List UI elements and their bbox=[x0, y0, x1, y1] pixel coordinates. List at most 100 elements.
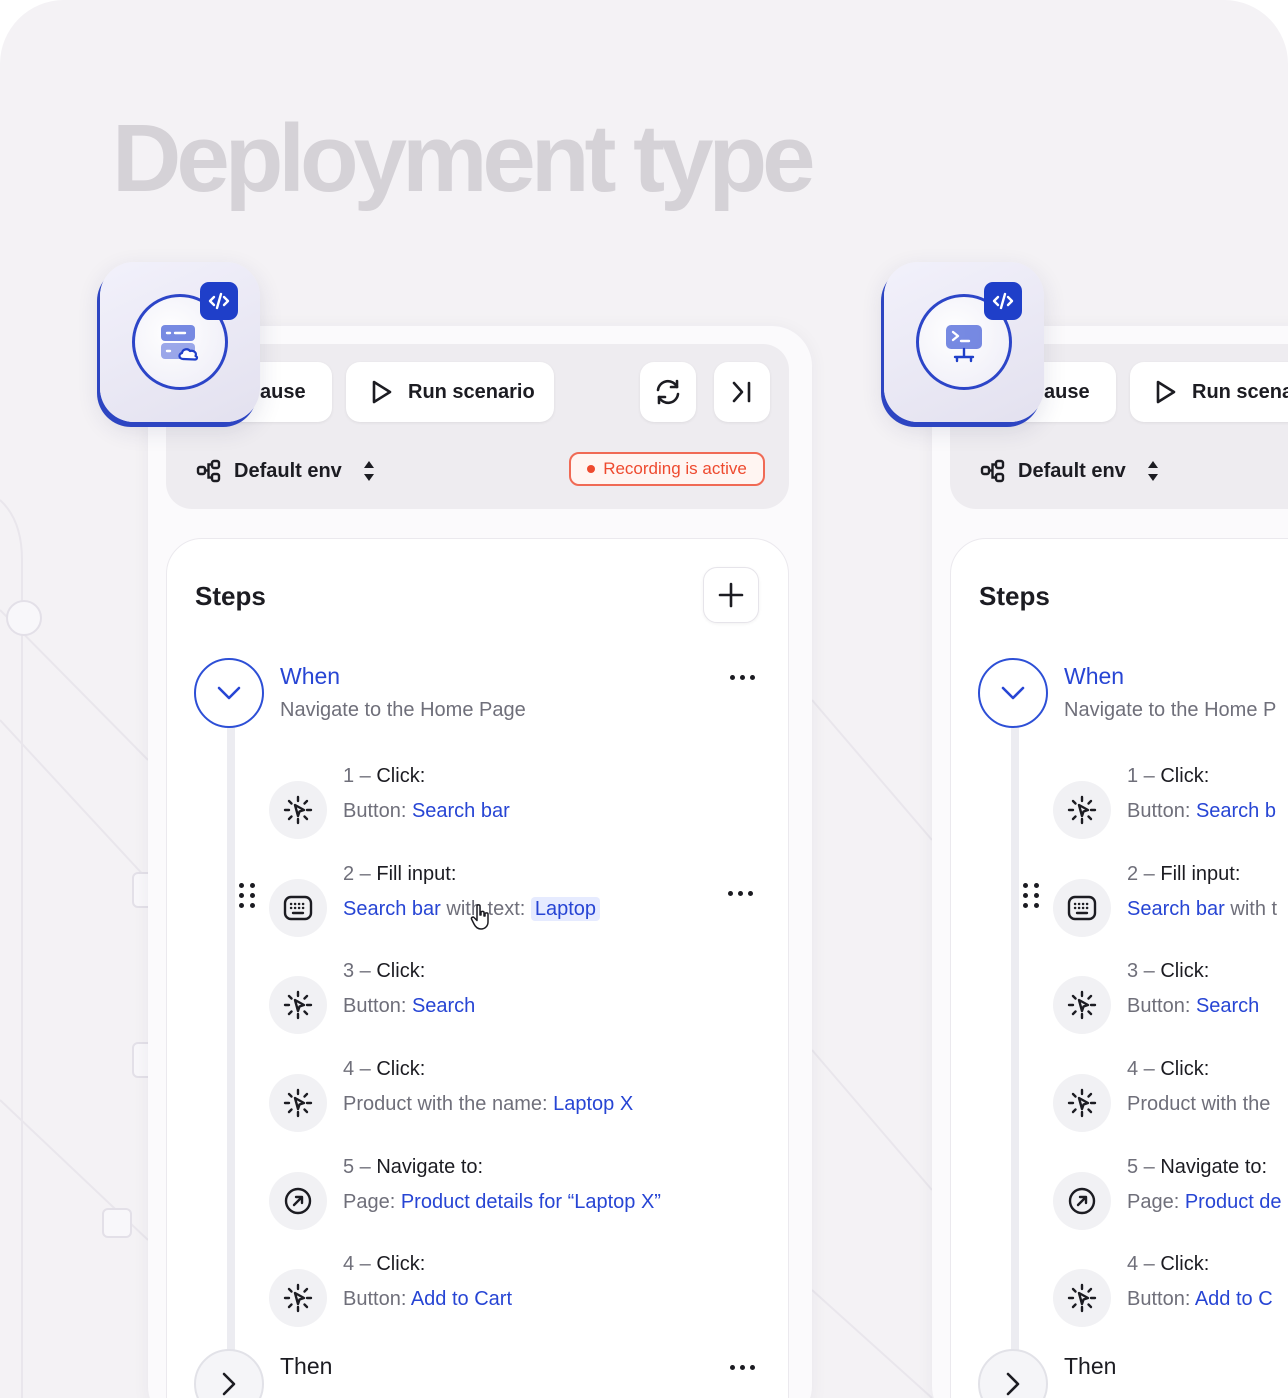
add-step-button[interactable] bbox=[703, 567, 759, 623]
pause-label: ause bbox=[260, 380, 306, 403]
click-icon bbox=[1053, 781, 1111, 839]
step-title: 4 – Click: bbox=[343, 1253, 426, 1275]
keyboard-icon bbox=[1053, 879, 1111, 937]
canvas: Deployment type ause Run scenario Defaul… bbox=[0, 0, 1288, 1398]
step-target-link[interactable]: Product de bbox=[1185, 1191, 1282, 1213]
steps-timeline bbox=[227, 689, 235, 1398]
step-target-link[interactable]: Search bbox=[1196, 995, 1259, 1017]
run-scenario-label: Run scenario bbox=[408, 380, 535, 403]
then-expand-toggle[interactable] bbox=[194, 1349, 264, 1398]
when-collapse-toggle[interactable] bbox=[194, 658, 264, 728]
click-icon bbox=[269, 976, 327, 1034]
steps-title: Steps bbox=[195, 581, 266, 611]
click-icon bbox=[1053, 1074, 1111, 1132]
step-item[interactable]: 4 – Click: Product with the bbox=[1053, 1058, 1288, 1138]
step-title: 4 – Click: bbox=[343, 1058, 426, 1080]
step-title: 2 – Fill input: bbox=[343, 863, 457, 885]
run-scenario-label: Run scena bbox=[1192, 380, 1288, 403]
step-detail: Button: Search bbox=[1127, 995, 1260, 1017]
step-target-link[interactable]: Laptop X bbox=[553, 1093, 633, 1115]
click-icon bbox=[1053, 1269, 1111, 1327]
environment-label: Default env bbox=[1018, 459, 1126, 482]
plus-icon bbox=[718, 582, 744, 608]
page-title: Deployment type bbox=[112, 105, 815, 212]
run-scenario-button[interactable]: Run scenario bbox=[346, 362, 554, 422]
step-value-highlight[interactable]: Laptop bbox=[530, 897, 601, 921]
step-detail: Product with the bbox=[1127, 1093, 1271, 1115]
then-group-title: Then bbox=[280, 1353, 333, 1379]
step-detail: Button: Add to C bbox=[1127, 1288, 1273, 1310]
sync-button[interactable] bbox=[640, 362, 696, 422]
step-item[interactable]: 1 – Click: Button: Search bar bbox=[269, 765, 779, 845]
step-item[interactable]: 4 – Click: Button: Add to C bbox=[1053, 1253, 1288, 1333]
then-more-options-icon[interactable] bbox=[730, 1365, 755, 1370]
when-collapse-toggle[interactable] bbox=[978, 658, 1048, 728]
step-target-link[interactable]: Add to Cart bbox=[411, 1288, 512, 1310]
step-item-selected[interactable]: 2 – Fill input: Search bar with text: La… bbox=[239, 863, 779, 943]
when-more-options-icon[interactable] bbox=[730, 675, 755, 680]
environment-selector[interactable]: Default env bbox=[196, 454, 380, 488]
step-item[interactable]: 5 – Navigate to: Page: Product de bbox=[1053, 1156, 1288, 1236]
step-more-options-icon[interactable] bbox=[728, 891, 753, 896]
step-item[interactable]: 2 – Fill input: Search bar with t bbox=[1023, 863, 1288, 943]
click-icon bbox=[269, 781, 327, 839]
step-detail: Page: Product de bbox=[1127, 1191, 1282, 1213]
step-target-link[interactable]: Search bbox=[412, 995, 475, 1017]
steps-timeline bbox=[1011, 689, 1019, 1398]
step-field-link[interactable]: Search bar bbox=[1127, 898, 1225, 920]
then-group-title: Then bbox=[1064, 1353, 1117, 1379]
chevron-right-icon bbox=[1006, 1372, 1020, 1396]
environment-icon bbox=[980, 459, 1005, 483]
step-detail: Product with the name: Laptop X bbox=[343, 1093, 634, 1115]
step-detail: Button: Search b bbox=[1127, 800, 1276, 822]
play-icon bbox=[372, 380, 392, 404]
when-group-subtitle: Navigate to the Home Page bbox=[280, 699, 526, 721]
step-over-button[interactable] bbox=[714, 362, 770, 422]
recording-dot-icon bbox=[587, 465, 596, 473]
click-icon bbox=[1053, 976, 1111, 1034]
drag-handle-icon[interactable] bbox=[1023, 883, 1039, 908]
step-field-link[interactable]: Search bar bbox=[343, 898, 441, 920]
step-item[interactable]: 3 – Click: Button: Search bbox=[269, 960, 779, 1040]
step-item[interactable]: 5 – Navigate to: Page: Product details f… bbox=[269, 1156, 779, 1236]
when-group-title: When bbox=[280, 663, 341, 689]
environment-selector[interactable]: Default env bbox=[980, 454, 1164, 488]
step-title: 4 – Click: bbox=[1127, 1253, 1210, 1275]
when-group-subtitle: Navigate to the Home P bbox=[1064, 699, 1277, 721]
step-target-link[interactable]: Add to C bbox=[1195, 1288, 1273, 1310]
run-scenario-button[interactable]: Run scena bbox=[1130, 362, 1288, 422]
step-title: 3 – Click: bbox=[1127, 960, 1210, 982]
drag-handle-icon[interactable] bbox=[239, 883, 255, 908]
step-title: 5 – Navigate to: bbox=[1127, 1156, 1268, 1178]
step-item[interactable]: 4 – Click: Product with the name: Laptop… bbox=[269, 1058, 779, 1138]
deployment-type-local-badge[interactable] bbox=[884, 262, 1044, 422]
deployment-type-cloud-badge[interactable] bbox=[100, 262, 260, 422]
scenario-panel: ause Run scenario Default env Recording … bbox=[148, 326, 812, 1398]
code-tag-icon bbox=[984, 282, 1022, 320]
chevron-down-icon bbox=[1001, 686, 1025, 700]
step-detail: Button: Search bar bbox=[343, 800, 510, 822]
scenario-panel: ause Run scena Default env Steps When Na… bbox=[932, 326, 1288, 1398]
skip-forward-icon bbox=[732, 381, 751, 403]
step-detail: Button: Search bbox=[343, 995, 476, 1017]
connector-node bbox=[102, 1208, 132, 1238]
step-item[interactable]: 1 – Click: Button: Search b bbox=[1053, 765, 1288, 845]
environment-label: Default env bbox=[234, 459, 342, 482]
step-title: 1 – Click: bbox=[1127, 765, 1210, 787]
step-item[interactable]: 4 – Click: Button: Add to Cart bbox=[269, 1253, 779, 1333]
sort-arrows-icon bbox=[1147, 461, 1158, 481]
step-item[interactable]: 3 – Click: Button: Search bbox=[1053, 960, 1288, 1040]
step-target-link[interactable]: Search b bbox=[1196, 800, 1276, 822]
steps-card: Steps When Navigate to the Home Page 1 –… bbox=[166, 538, 789, 1398]
pause-label: ause bbox=[1044, 380, 1090, 403]
environment-icon bbox=[196, 459, 221, 483]
step-target-link[interactable]: Product details for “Laptop X” bbox=[401, 1191, 661, 1213]
navigate-icon bbox=[1053, 1172, 1111, 1230]
play-icon bbox=[1156, 380, 1176, 404]
then-expand-toggle[interactable] bbox=[978, 1349, 1048, 1398]
step-target-link[interactable]: Search bar bbox=[412, 800, 510, 822]
step-title: 3 – Click: bbox=[343, 960, 426, 982]
code-tag-icon bbox=[200, 282, 238, 320]
hand-pointer-cursor-icon bbox=[470, 904, 489, 930]
chevron-down-icon bbox=[217, 686, 241, 700]
